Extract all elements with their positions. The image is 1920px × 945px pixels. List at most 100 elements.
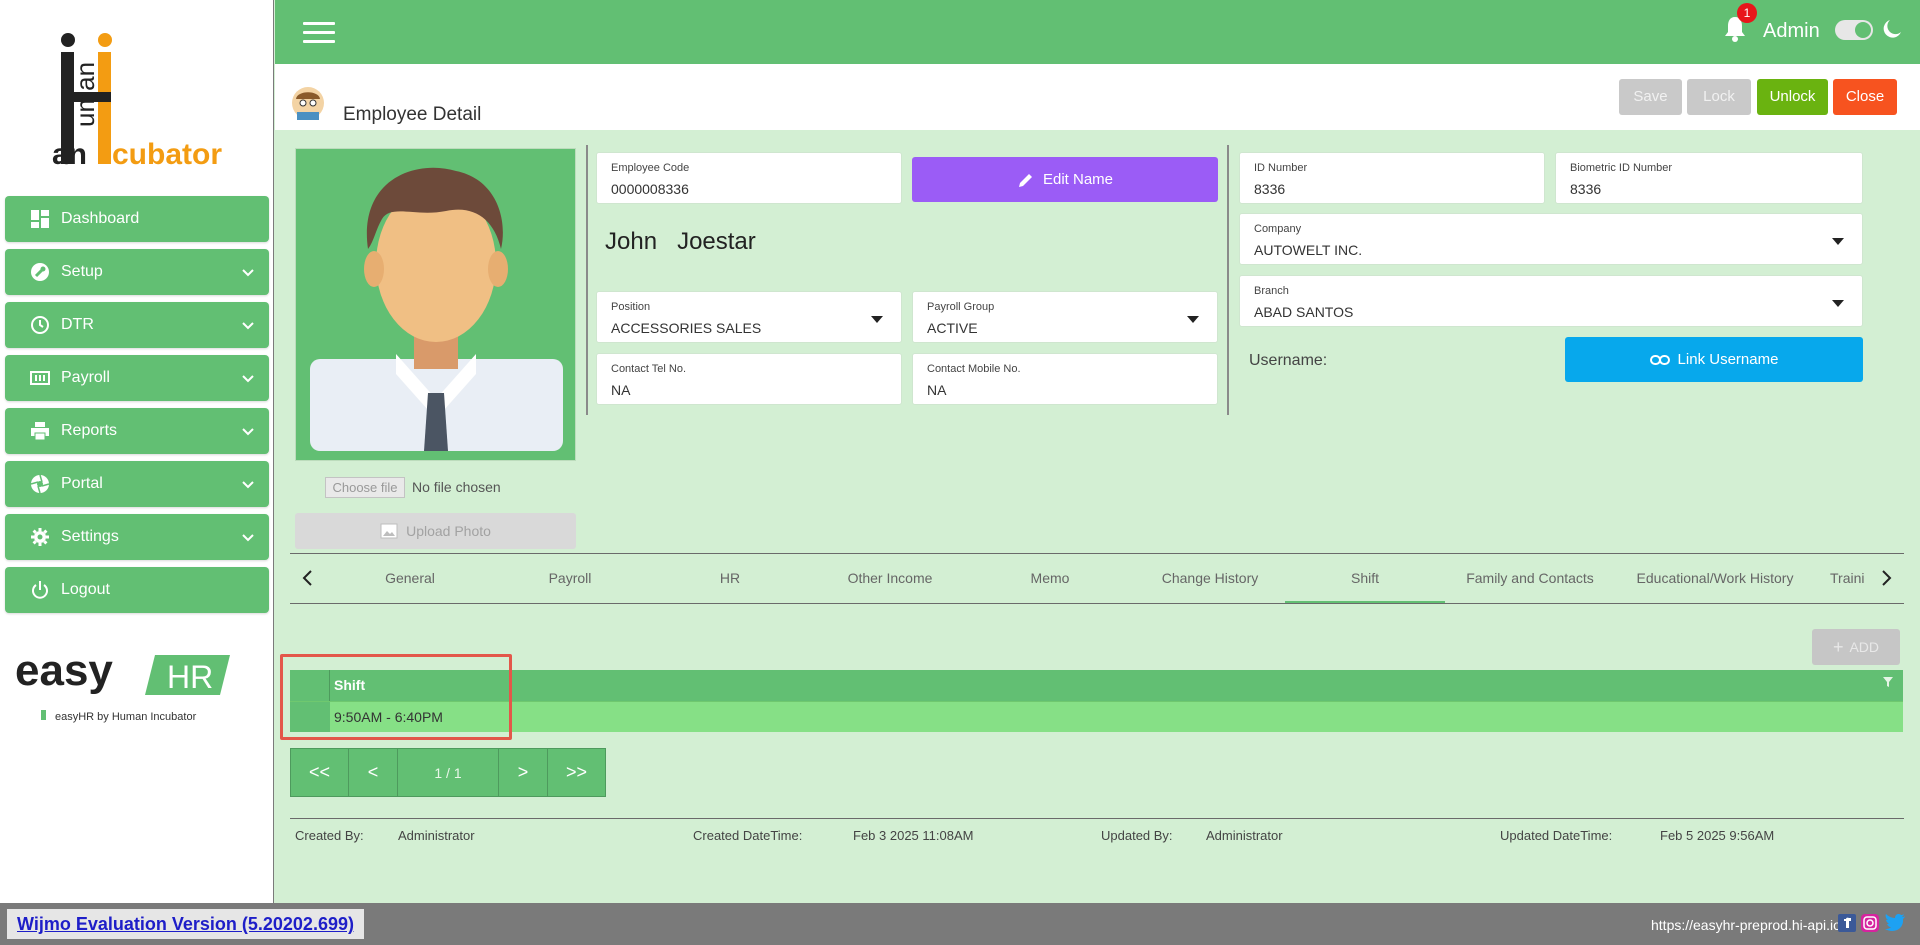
link-username-button[interactable]: Link Username (1565, 337, 1863, 382)
chevron-right-icon[interactable] (1876, 568, 1896, 588)
sidebar-item-dashboard[interactable]: Dashboard (5, 196, 269, 242)
dropdown-caret-icon (1832, 300, 1844, 307)
top-bar: 1 Admin (275, 0, 1920, 64)
first-page-icon: << (308, 762, 331, 782)
clock-icon (29, 314, 51, 336)
tab-payroll[interactable]: Payroll (490, 554, 650, 603)
detail-tabs: General Payroll HR Other Income Memo Cha… (290, 553, 1904, 604)
last-name: Joestar (677, 228, 756, 255)
printer-icon (29, 420, 51, 442)
contact-tel-field[interactable]: Contact Tel No. NA (596, 353, 902, 405)
chevron-down-icon (242, 375, 254, 383)
contact-mobile-field[interactable]: Contact Mobile No. NA (912, 353, 1218, 405)
brand-tagline: easyHR by Human Incubator (55, 711, 197, 723)
position-select[interactable]: Position ACCESSORIES SALES (596, 291, 902, 343)
hamburger-menu-icon[interactable] (303, 22, 335, 46)
tab-training[interactable]: Traini (1830, 554, 1870, 603)
employee-name: John Joestar (605, 228, 756, 256)
prev-page-icon: < (367, 762, 379, 782)
close-button[interactable]: Close (1833, 79, 1897, 115)
choose-file-button[interactable]: Choose file (325, 477, 405, 498)
filter-icon[interactable] (1883, 677, 1893, 687)
dropdown-caret-icon (1832, 238, 1844, 245)
shift-grid: Shift 9:50AM - 6:40PM (290, 670, 1903, 732)
field-label: Employee Code (611, 162, 690, 174)
field-value: NA (611, 382, 631, 398)
created-by-label: Created By: (295, 828, 364, 843)
brand-hr-text: HR (167, 659, 213, 695)
field-label: Position (611, 301, 651, 313)
twitter-icon[interactable] (1884, 914, 1906, 932)
theme-toggle[interactable] (1835, 20, 1873, 40)
column-header-shift[interactable]: Shift (334, 677, 365, 693)
sidebar-item-portal[interactable]: Portal (5, 461, 269, 507)
company-select[interactable]: Company AUTOWELT INC. (1239, 213, 1863, 265)
lock-button[interactable]: Lock (1687, 79, 1751, 115)
first-name: John (605, 228, 658, 255)
column-divider (1227, 145, 1229, 415)
moon-icon (1883, 20, 1901, 38)
notification-badge: 1 (1737, 3, 1757, 23)
instagram-icon[interactable] (1861, 914, 1879, 932)
wijmo-evaluation-link[interactable]: Wijmo Evaluation Version (5.20202.699) (7, 909, 364, 939)
sidebar-item-label: Dashboard (61, 210, 140, 227)
chevron-down-icon (242, 269, 254, 277)
unlock-button[interactable]: Unlock (1757, 79, 1828, 115)
user-name[interactable]: Admin (1763, 20, 1820, 43)
sidebar-item-label: Settings (61, 528, 119, 545)
chevron-down-icon (242, 534, 254, 542)
tab-change-history[interactable]: Change History (1130, 554, 1290, 603)
tab-hr[interactable]: HR (650, 554, 810, 603)
site-url: https://easyhr-preprod.hi-api.io (1651, 917, 1841, 933)
first-page-button[interactable]: << (291, 749, 349, 796)
field-value: 8336 (1570, 181, 1602, 197)
tab-memo[interactable]: Memo (970, 554, 1130, 603)
field-label: Contact Mobile No. (927, 363, 1021, 375)
sidebar-item-logout[interactable]: Logout (5, 567, 269, 613)
save-button[interactable]: Save (1619, 79, 1682, 115)
row-header-cell[interactable] (290, 702, 330, 732)
edit-name-button[interactable]: Edit Name (912, 157, 1218, 202)
field-label: Company (1254, 223, 1302, 235)
dropdown-caret-icon (871, 316, 883, 323)
upload-photo-button[interactable]: Upload Photo (295, 513, 576, 549)
select-all-cell[interactable] (290, 670, 330, 701)
upload-photo-label: Upload Photo (406, 523, 491, 539)
page-label: 1 / 1 (434, 764, 462, 781)
add-shift-button[interactable]: + ADD (1812, 629, 1900, 665)
sidebar-nav: Dashboard Setup DTR Payroll Reports Port… (5, 196, 269, 620)
next-page-button[interactable]: > (499, 749, 548, 796)
id-number-field[interactable]: ID Number 8336 (1239, 152, 1545, 204)
sidebar-item-dtr[interactable]: DTR (5, 302, 269, 348)
shift-cell[interactable]: 9:50AM - 6:40PM (334, 709, 443, 725)
tab-educational-work-history[interactable]: Educational/Work History (1615, 554, 1815, 603)
last-page-button[interactable]: >> (548, 749, 605, 796)
field-value: AUTOWELT INC. (1254, 242, 1363, 258)
dropdown-caret-icon (1187, 316, 1199, 323)
payroll-icon (29, 367, 51, 389)
field-value: NA (927, 382, 947, 398)
field-value: ACTIVE (927, 320, 978, 336)
person-avatar-icon (310, 167, 563, 451)
add-label: ADD (1849, 639, 1880, 655)
employee-code-field[interactable]: Employee Code 0000008336 (596, 152, 902, 204)
tab-family-and-contacts[interactable]: Family and Contacts (1445, 554, 1615, 603)
audit-divider (290, 818, 1904, 819)
chevron-left-icon[interactable] (298, 568, 318, 588)
tab-general[interactable]: General (330, 554, 490, 603)
sidebar-item-settings[interactable]: Settings (5, 514, 269, 560)
payroll-group-select[interactable]: Payroll Group ACTIVE (912, 291, 1218, 343)
page-indicator: 1 / 1 (398, 749, 499, 796)
sidebar-item-reports[interactable]: Reports (5, 408, 269, 454)
facebook-icon[interactable] (1838, 914, 1856, 932)
sidebar-item-setup[interactable]: Setup (5, 249, 269, 295)
footer: Wijmo Evaluation Version (5.20202.699) h… (0, 903, 1920, 945)
prev-page-button[interactable]: < (349, 749, 398, 796)
tab-shift[interactable]: Shift (1285, 554, 1445, 603)
biometric-id-field[interactable]: Biometric ID Number 8336 (1555, 152, 1863, 204)
sidebar-item-payroll[interactable]: Payroll (5, 355, 269, 401)
wrench-icon (29, 261, 51, 283)
table-row[interactable]: 9:50AM - 6:40PM (290, 701, 1903, 732)
branch-select[interactable]: Branch ABAD SANTOS (1239, 275, 1863, 327)
tab-other-income[interactable]: Other Income (810, 554, 970, 603)
